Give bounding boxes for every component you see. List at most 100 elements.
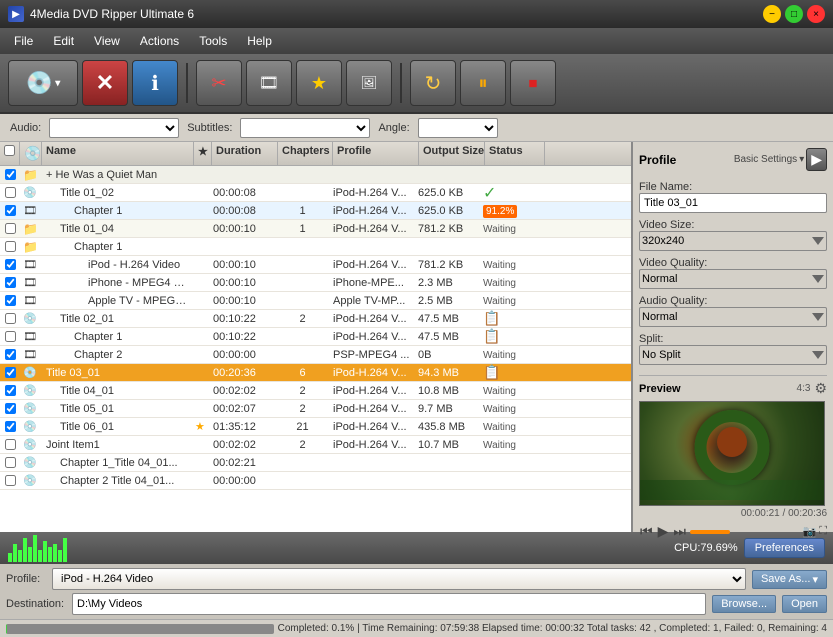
pause-button[interactable]: ⏸ [460,60,506,106]
row-checkbox[interactable] [5,169,16,180]
split-select[interactable]: No Split [639,345,827,365]
row-checkbox[interactable] [5,313,16,324]
row-duration: 00:00:10 [210,222,275,236]
col-name-hdr[interactable]: Name [42,142,194,165]
maximize-button[interactable]: □ [785,5,803,23]
video-quality-field: Video Quality: Normal [639,255,827,289]
col-profile-hdr[interactable]: Profile [333,142,419,165]
save-dropdown-icon[interactable]: ▾ [812,573,818,586]
video-quality-select[interactable]: Normal [639,269,827,289]
trim-button[interactable]: ✂ [196,60,242,106]
row-checkbox[interactable] [5,259,16,270]
row-checkbox[interactable] [5,187,16,198]
minimize-button[interactable]: − [763,5,781,23]
watermark-button[interactable]: 🖼 [346,60,392,106]
table-row[interactable]: 📁Chapter 1 [0,238,631,256]
menu-help[interactable]: Help [237,31,282,51]
table-row[interactable]: 💿Joint Item100:02:022iPod-H.264 V...10.7… [0,436,631,454]
table-row[interactable]: 💿Chapter 1_Title 04_01...00:02:21 [0,454,631,472]
row-name: iPhone - MPEG4 Video ... [42,276,192,290]
basic-settings-control[interactable]: Basic Settings ▾ ▶ [734,148,827,171]
refresh-button[interactable]: ↻ [410,60,456,106]
preview-settings-icon[interactable]: ⚙ [814,380,827,397]
stop-button[interactable]: ⏹ [510,60,556,106]
save-as-button[interactable]: Save As... ▾ [752,570,827,589]
dvd-load-button[interactable]: 💿 ▾ [8,60,78,106]
row-checkbox[interactable] [5,403,16,414]
table-row[interactable]: 🎞Chapter 100:00:081iPod-H.264 V...625.0 … [0,202,631,220]
table-row[interactable]: 💿Title 04_0100:02:022iPod-H.264 V...10.8… [0,382,631,400]
prev-back-button[interactable]: ⏮ [639,523,654,540]
settings-dropdown-icon[interactable]: ▾ [799,154,804,165]
row-checkbox[interactable] [5,241,16,252]
menu-actions[interactable]: Actions [130,31,189,51]
col-output-hdr[interactable]: Output Size [419,142,485,165]
row-profile: iPod-H.264 V... [330,384,415,398]
menu-edit[interactable]: Edit [43,31,84,51]
menu-file[interactable]: File [4,31,43,51]
table-row[interactable]: 💿Title 02_0100:10:222iPod-H.264 V...47.5… [0,310,631,328]
remove-button[interactable]: ✕ [82,60,128,106]
row-output-size: 781.2 KB [415,258,480,272]
row-profile: iPod-H.264 V... [330,366,415,380]
volume-slider[interactable] [690,530,730,534]
row-name: Title 03_01 [42,366,192,380]
open-button[interactable]: Open [782,595,827,613]
table-row[interactable]: 💿Title 06_01★01:35:1221iPod-H.264 V...43… [0,418,631,436]
table-row[interactable]: 💿Title 03_0100:20:366iPod-H.264 V...94.3… [0,364,631,382]
col-chapters-hdr[interactable]: Chapters [278,142,333,165]
col-duration-hdr[interactable]: Duration [212,142,278,165]
row-duration: 00:02:21 [210,456,275,470]
audio-quality-select[interactable]: Normal [639,307,827,327]
table-row[interactable]: 🎞iPhone - MPEG4 Video ...00:00:10iPhone-… [0,274,631,292]
row-checkbox[interactable] [5,331,16,342]
video-size-select[interactable]: 320x240 [639,231,827,251]
col-status-hdr[interactable]: Status [485,142,545,165]
angle-select[interactable] [418,118,498,138]
subtitles-select[interactable] [240,118,370,138]
fullscreen-icon[interactable]: ⛶ [819,525,827,538]
row-checkbox[interactable] [5,475,16,486]
profile-combo[interactable]: iPod - H.264 Video [52,568,746,590]
table-row[interactable]: 🎞iPod - H.264 Video00:00:10iPod-H.264 V.… [0,256,631,274]
table-row[interactable]: 📁Title 01_0400:00:101iPod-H.264 V...781.… [0,220,631,238]
close-button[interactable]: × [807,5,825,23]
row-checkbox[interactable] [5,439,16,450]
preferences-button[interactable]: Preferences [744,538,825,558]
row-checkbox[interactable] [5,205,16,216]
play-button[interactable]: ▶ [657,523,670,540]
file-list-body[interactable]: 📁+ He Was a Quiet Man💿Title 01_0200:00:0… [0,166,631,532]
row-duration: 00:00:10 [210,276,275,290]
snapshot-button[interactable]: ★ [296,60,342,106]
row-checkbox[interactable] [5,277,16,288]
row-checkbox[interactable] [5,349,16,360]
row-status: Waiting [480,402,540,416]
table-row[interactable]: 💿Title 05_0100:02:072iPod-H.264 V...9.7 … [0,400,631,418]
browse-button[interactable]: Browse... [712,595,776,613]
row-checkbox[interactable] [5,457,16,468]
row-checkbox[interactable] [5,223,16,234]
row-star [192,408,210,410]
row-checkbox[interactable] [5,367,16,378]
row-checkbox[interactable] [5,385,16,396]
effect-button[interactable]: 🎞 [246,60,292,106]
table-row[interactable]: 🎞Chapter 200:00:00PSP-MPEG4 ...0BWaiting [0,346,631,364]
check-all[interactable] [4,145,15,156]
table-row[interactable]: 💿Title 01_0200:00:08iPod-H.264 V...625.0… [0,184,631,202]
info-button[interactable]: ℹ [132,60,178,106]
row-checkbox[interactable] [5,421,16,432]
file-name-input[interactable] [639,193,827,213]
expand-panel-button[interactable]: ▶ [806,148,827,171]
table-row[interactable]: 💿Chapter 2 Title 04_01...00:00:00 [0,472,631,490]
row-profile: iPod-H.264 V... [330,222,415,236]
table-row[interactable]: 🎞Chapter 100:10:22iPod-H.264 V...47.5 MB… [0,328,631,346]
audio-select[interactable] [49,118,179,138]
destination-input[interactable] [72,593,706,615]
table-row[interactable]: 🎞Apple TV - MPEG4 Video00:00:10Apple TV-… [0,292,631,310]
prev-fwd-button[interactable]: ⏭ [672,523,687,540]
menu-view[interactable]: View [84,31,130,51]
menu-tools[interactable]: Tools [189,31,237,51]
screenshot-icon[interactable]: 📷 [803,525,817,538]
row-duration: 00:02:02 [210,438,275,452]
row-checkbox[interactable] [5,295,16,306]
